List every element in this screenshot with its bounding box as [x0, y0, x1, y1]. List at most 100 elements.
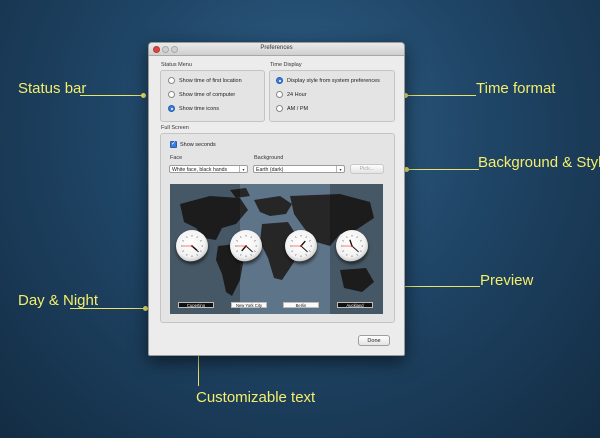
pick-button[interactable]: Pick... — [350, 164, 384, 174]
clock-tick — [200, 250, 202, 252]
clock-hands — [290, 235, 312, 257]
callout-customizable-text: Customizable text — [196, 389, 316, 406]
clock-face — [230, 230, 262, 262]
clock-tick — [360, 240, 362, 242]
clock-tick — [305, 236, 307, 238]
callout-preview: Preview — [480, 272, 534, 289]
clock-tick — [346, 254, 348, 256]
clock-tick — [236, 240, 238, 242]
radio-24-hour[interactable] — [276, 91, 283, 98]
time-option-label: AM / PM — [287, 105, 309, 112]
clock-tick — [360, 250, 362, 252]
clock-tick — [346, 236, 348, 238]
clock-tick — [200, 240, 202, 242]
chevron-down-icon: ▾ — [239, 166, 247, 172]
callout-line-day-night — [70, 308, 145, 309]
callout-status-bar: Status bar — [18, 80, 87, 97]
preview-area: Cupertino New York City Berlin Auckland — [170, 184, 383, 314]
radio-computer[interactable] — [168, 91, 175, 98]
callout-line-background-style — [407, 169, 479, 170]
callout-time-format: Time format — [476, 80, 556, 97]
show-seconds-checkbox[interactable]: Show seconds — [170, 140, 216, 148]
clock-tick — [250, 236, 252, 238]
preferences-window: Preferences Status Menu Show time of fir… — [148, 42, 405, 356]
clock-tick — [356, 236, 358, 238]
radio-system[interactable] — [276, 77, 283, 84]
minute-hand — [245, 245, 253, 253]
clock-tick — [250, 254, 252, 256]
clock-tick — [342, 250, 344, 252]
time-option-am-pm[interactable]: AM / PM — [276, 105, 308, 112]
time-option-system[interactable]: Display style from system preferences — [276, 77, 380, 84]
clock-tick — [295, 254, 297, 256]
radio-first-location[interactable] — [168, 77, 175, 84]
status-option-first-location[interactable]: Show time of first location — [168, 77, 242, 84]
status-option-icons[interactable]: Show time icons — [168, 105, 219, 112]
status-menu-label: Status Menu — [161, 62, 192, 68]
clock-tick — [240, 236, 242, 238]
callout-background-style: Background & Style — [478, 154, 600, 171]
callout-dot-status-bar — [141, 93, 146, 98]
clock-tick — [186, 236, 188, 238]
radio-am-pm[interactable] — [276, 105, 283, 112]
clock-hands — [235, 235, 257, 257]
clock-hub — [245, 245, 247, 247]
background-label: Background — [254, 155, 284, 161]
time-display-group: Display style from system preferences 24… — [269, 70, 395, 122]
status-option-label: Show time icons — [179, 105, 220, 112]
clock-tick — [342, 240, 344, 242]
clock-tick — [196, 254, 198, 256]
minute-hand — [300, 245, 308, 253]
city-label[interactable]: Cupertino — [178, 302, 214, 308]
status-option-label: Show time of computer — [179, 91, 236, 98]
clock-hands — [181, 235, 203, 257]
callout-line-status-bar — [80, 95, 142, 96]
clock-tick — [196, 236, 198, 238]
window-title: Preferences — [260, 45, 293, 51]
clock-hub — [300, 245, 302, 247]
radio-icons[interactable] — [168, 105, 175, 112]
clock-hands — [341, 235, 363, 257]
clock-face — [176, 230, 208, 262]
callout-line-time-format — [406, 95, 476, 96]
city-label[interactable]: Berlin — [283, 302, 319, 308]
clock-tick — [291, 250, 293, 252]
done-button[interactable]: Done — [358, 335, 390, 346]
clock-face — [285, 230, 317, 262]
clock-tick — [254, 240, 256, 242]
city-label[interactable]: Auckland — [337, 302, 373, 308]
minute-hand — [191, 245, 199, 253]
status-option-label: Show time of first location — [179, 77, 242, 84]
clock-face — [336, 230, 368, 262]
clock-tick — [309, 240, 311, 242]
clock-hub — [191, 245, 193, 247]
clock-tick — [182, 240, 184, 242]
time-display-label: Time Display — [270, 62, 302, 68]
background-select-value: Earth (dark) — [256, 167, 284, 173]
chevron-down-icon: ▾ — [336, 166, 344, 172]
clock-tick — [356, 254, 358, 256]
time-option-24-hour[interactable]: 24 Hour — [276, 91, 307, 98]
face-select[interactable]: White face, black hands ▾ — [169, 165, 248, 173]
time-option-label: Display style from system preferences — [287, 77, 380, 84]
background-select[interactable]: Earth (dark) ▾ — [253, 165, 345, 173]
face-select-value: White face, black hands — [172, 167, 228, 173]
clock-tick — [182, 250, 184, 252]
title-bar: Preferences — [149, 43, 404, 56]
status-option-computer[interactable]: Show time of computer — [168, 91, 235, 98]
clock-hub — [351, 245, 353, 247]
clock-tick — [295, 236, 297, 238]
callout-day-night: Day & Night — [18, 292, 99, 309]
minute-hand — [351, 245, 359, 253]
clock-tick — [309, 250, 311, 252]
clock-tick — [291, 240, 293, 242]
status-menu-group: Show time of first location Show time of… — [160, 70, 265, 122]
time-option-label: 24 Hour — [287, 91, 307, 98]
clock-tick — [236, 250, 238, 252]
face-label: Face — [170, 155, 183, 161]
clock-tick — [186, 254, 188, 256]
clock-tick — [254, 250, 256, 252]
clock-tick — [240, 254, 242, 256]
city-label[interactable]: New York City — [231, 302, 267, 308]
checkbox-show-seconds[interactable] — [170, 140, 177, 148]
